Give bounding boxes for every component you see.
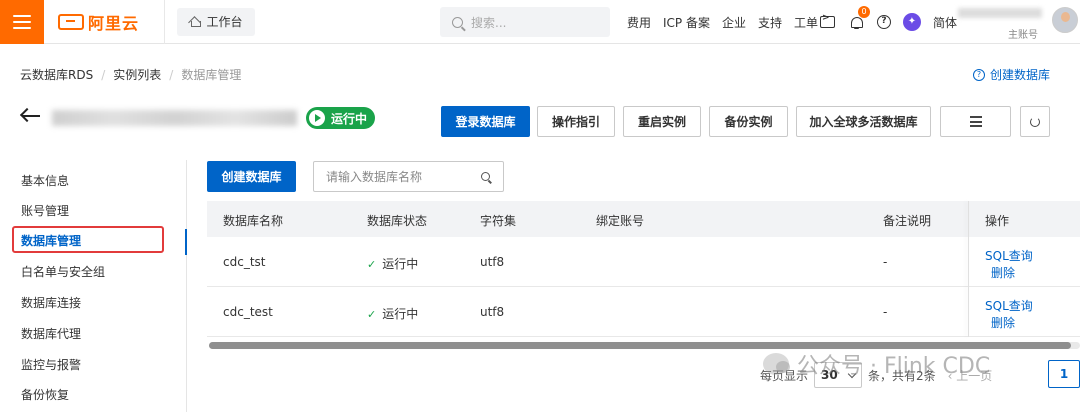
- sidebar-item-monitoring[interactable]: 监控与报警: [21, 356, 81, 373]
- sidenav-divider: [186, 160, 187, 412]
- instance-status-badge: 运行中: [306, 107, 375, 129]
- help-circle-icon: ?: [972, 68, 985, 81]
- top-icons: ? ✦ 简体: [820, 0, 957, 44]
- sidebar-item-backup[interactable]: 备份恢复: [21, 386, 69, 403]
- instance-status-text: 运行中: [331, 111, 368, 126]
- terminal-icon[interactable]: [820, 13, 835, 28]
- hamburger-icon: [13, 14, 31, 29]
- brand-name: 阿里云: [88, 13, 140, 33]
- page-number-current[interactable]: 1: [1048, 360, 1080, 388]
- sql-query-link[interactable]: SQL查询: [985, 247, 1033, 264]
- wechat-icon: [763, 353, 790, 375]
- create-database-button[interactable]: 创建数据库: [207, 161, 296, 192]
- col-db-status: 数据库状态: [367, 214, 428, 228]
- col-actions: 操作: [985, 214, 1010, 228]
- sql-query-link[interactable]: SQL查询: [985, 297, 1033, 314]
- ai-assistant-icon[interactable]: ✦: [903, 13, 921, 31]
- account-name-redacted: [958, 8, 1042, 18]
- sidebar-item-basic-info[interactable]: 基本信息: [21, 172, 69, 189]
- nav-icp[interactable]: ICP 备案: [663, 14, 710, 31]
- col-db-name: 数据库名称: [223, 214, 284, 228]
- back-arrow-icon[interactable]: [20, 108, 40, 124]
- guide-button[interactable]: 操作指引: [537, 106, 615, 137]
- sidebar-item-connection[interactable]: 数据库连接: [21, 294, 81, 311]
- nav-support[interactable]: 支持: [758, 14, 782, 31]
- col-charset: 字符集: [480, 214, 517, 228]
- database-search-input[interactable]: [314, 162, 474, 191]
- sidebar-item-proxy[interactable]: 数据库代理: [21, 325, 81, 342]
- help-icon[interactable]: ?: [877, 15, 891, 29]
- breadcrumb-instances[interactable]: 实例列表: [113, 66, 161, 83]
- breadcrumb-rds[interactable]: 云数据库RDS: [20, 66, 93, 83]
- sidebar-item-whitelist[interactable]: 白名单与安全组: [21, 263, 105, 280]
- more-menu-button[interactable]: [940, 106, 1011, 137]
- check-icon: ✓: [367, 258, 377, 271]
- sidenav-active-indicator: [185, 229, 187, 255]
- breadcrumb: 云数据库RDS / 实例列表 / 数据库管理: [20, 66, 241, 83]
- refresh-icon: [1030, 116, 1040, 127]
- table-row: cdc_test ✓ 运行中 utf8 - SQL查询 删除: [207, 287, 1080, 337]
- delete-link[interactable]: 删除: [991, 314, 1015, 331]
- db-status-text: 运行中: [382, 257, 419, 271]
- db-charset: utf8: [480, 305, 505, 319]
- breadcrumb-separator: /: [169, 67, 174, 82]
- workbench-label: 工作台: [206, 15, 243, 29]
- join-global-database-button[interactable]: 加入全球多活数据库: [796, 106, 931, 137]
- restart-instance-button[interactable]: 重启实例: [623, 106, 701, 137]
- db-remark: -: [883, 255, 888, 269]
- aliyun-logo[interactable]: 阿里云: [58, 10, 148, 34]
- nav-enterprise[interactable]: 企业: [722, 14, 746, 31]
- table-header: 数据库名称 数据库状态 字符集 绑定账号 备注说明 操作: [207, 201, 1080, 237]
- sidebar-item-accounts[interactable]: 账号管理: [21, 202, 69, 219]
- db-name: cdc_tst: [223, 255, 266, 269]
- workbench-button[interactable]: 工作台: [177, 7, 255, 36]
- list-icon: [969, 116, 982, 127]
- nav-fees[interactable]: 费用: [627, 14, 651, 31]
- instance-name-redacted: [52, 110, 297, 126]
- language-switch[interactable]: 简体: [933, 14, 957, 31]
- db-status-text: 运行中: [382, 307, 419, 321]
- delete-link[interactable]: 删除: [991, 264, 1015, 281]
- watermark-text: 公众号 · Flink CDC: [797, 354, 991, 379]
- top-nav: 费用 ICP 备案 企业 支持 工单: [627, 0, 830, 44]
- global-search-placeholder: 搜索...: [471, 15, 507, 30]
- backup-instance-button[interactable]: 备份实例: [709, 106, 788, 137]
- col-bound-account: 绑定账号: [596, 214, 645, 228]
- breadcrumb-current: 数据库管理: [181, 68, 242, 82]
- login-database-button[interactable]: 登录数据库: [441, 106, 530, 137]
- check-icon: ✓: [367, 308, 377, 321]
- breadcrumb-separator: /: [101, 67, 106, 82]
- aliyun-logo-icon: [58, 13, 84, 30]
- db-charset: utf8: [480, 255, 505, 269]
- table-row: cdc_tst ✓ 运行中 utf8 - SQL查询 删除: [207, 237, 1080, 287]
- create-database-link[interactable]: ? 创建数据库: [972, 66, 1050, 83]
- db-name: cdc_test: [223, 305, 273, 319]
- notification-badge: 0: [858, 6, 870, 18]
- nav-ticket[interactable]: 工单: [794, 14, 818, 31]
- global-search-input[interactable]: 搜索...: [440, 7, 610, 37]
- refresh-button[interactable]: [1020, 106, 1050, 137]
- db-remark: -: [883, 305, 888, 319]
- search-icon[interactable]: [481, 172, 490, 181]
- db-status: ✓ 运行中: [367, 305, 418, 322]
- create-database-link-label: 创建数据库: [989, 68, 1050, 82]
- divider: [164, 0, 165, 44]
- search-icon: [452, 16, 463, 28]
- database-search: [313, 161, 504, 192]
- avatar[interactable]: [1052, 7, 1078, 33]
- actions-column-divider: [968, 201, 969, 337]
- col-remark: 备注说明: [883, 214, 932, 228]
- play-icon: [309, 110, 325, 126]
- menu-button[interactable]: [0, 0, 44, 44]
- home-icon: [189, 16, 202, 27]
- db-status: ✓ 运行中: [367, 255, 418, 272]
- watermark: 公众号 · Flink CDC: [763, 348, 990, 380]
- account-menu[interactable]: 主账号: [958, 4, 1048, 41]
- account-type: 主账号: [1008, 30, 1038, 41]
- annotation-highlight-box: [12, 226, 164, 253]
